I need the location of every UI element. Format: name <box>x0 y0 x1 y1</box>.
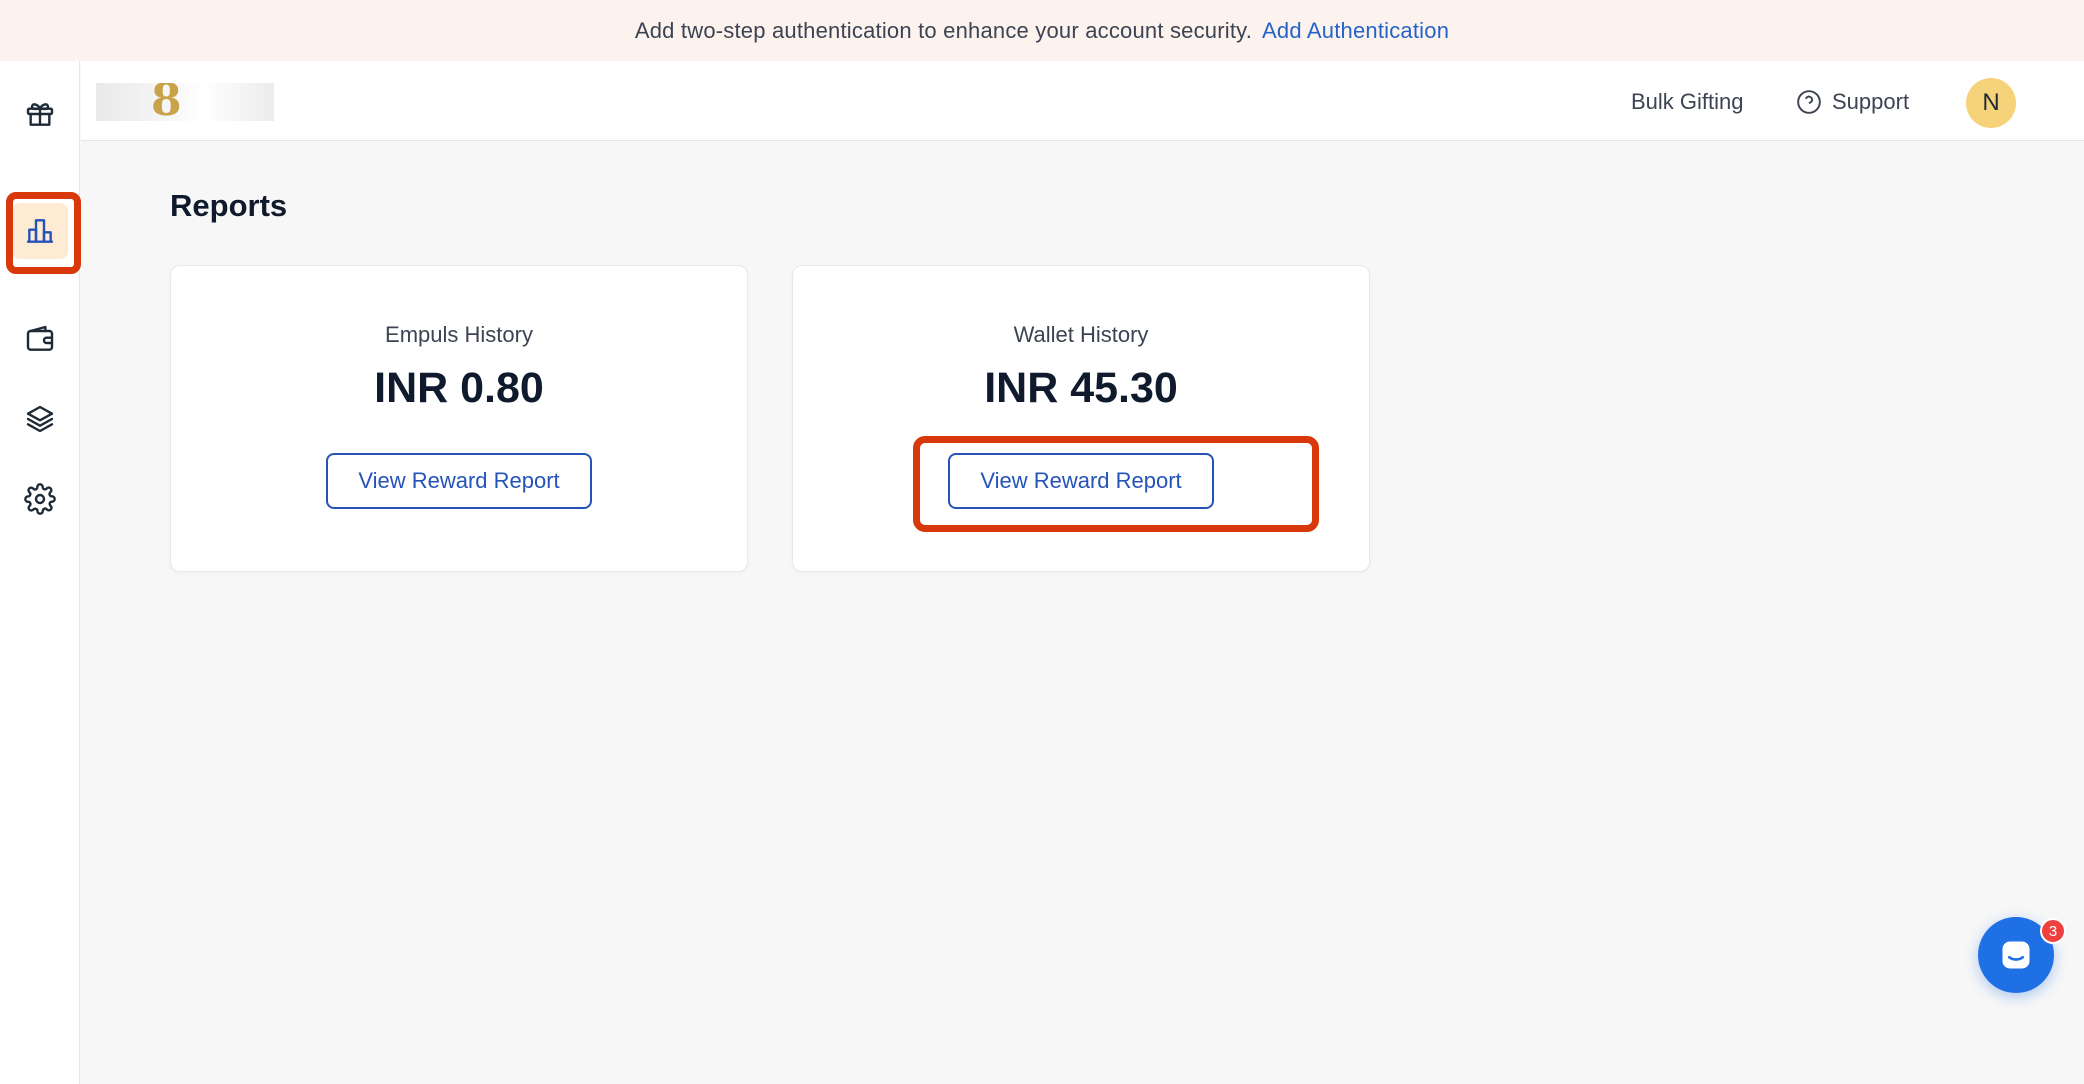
sidebar-item-wallet[interactable] <box>12 311 68 367</box>
sidebar-item-settings[interactable] <box>12 471 68 527</box>
add-authentication-link[interactable]: Add Authentication <box>1262 18 1449 44</box>
sidebar-item-layers[interactable] <box>12 391 68 447</box>
avatar[interactable]: N <box>1966 78 2016 128</box>
layers-icon <box>26 405 54 433</box>
chat-notification-badge: 3 <box>2040 918 2066 944</box>
bar-chart-icon <box>26 219 54 243</box>
card-label: Wallet History <box>1013 322 1149 347</box>
sidebar-item-gifts[interactable] <box>12 86 68 142</box>
support-label: Support <box>1832 89 1910 114</box>
support-link[interactable]: Support <box>1796 89 1909 115</box>
view-reward-report-button[interactable]: View Reward Report <box>948 453 1214 509</box>
top-header: 8 Bulk Gifting Support N <box>81 61 2084 141</box>
logo-mark: 8 <box>151 83 182 121</box>
security-banner: Add two-step authentication to enhance y… <box>0 0 2084 61</box>
company-logo: 8 <box>96 83 274 121</box>
banner-message: Add two-step authentication to enhance y… <box>634 17 1253 43</box>
gear-icon <box>24 483 56 515</box>
page-title: Reports <box>170 188 288 223</box>
sidebar <box>0 61 80 1084</box>
sidebar-item-reports[interactable] <box>12 203 68 259</box>
bulk-gifting-link[interactable]: Bulk Gifting <box>1631 89 1744 115</box>
help-circle-icon <box>1797 90 1821 114</box>
gift-icon <box>26 103 54 126</box>
card-amount: INR 45.30 <box>984 364 1178 412</box>
wallet-icon <box>26 325 54 351</box>
wallet-history-card: Wallet History INR 45.30 View Reward Rep… <box>792 265 1370 572</box>
card-label: Empuls History <box>385 322 533 347</box>
empuls-history-card: Empuls History INR 0.80 View Reward Repo… <box>170 265 748 572</box>
chat-icon <box>2002 941 2030 969</box>
card-amount: INR 0.80 <box>374 364 544 412</box>
bulk-gifting-label: Bulk Gifting <box>1631 89 1744 114</box>
view-reward-report-button[interactable]: View Reward Report <box>326 453 592 509</box>
